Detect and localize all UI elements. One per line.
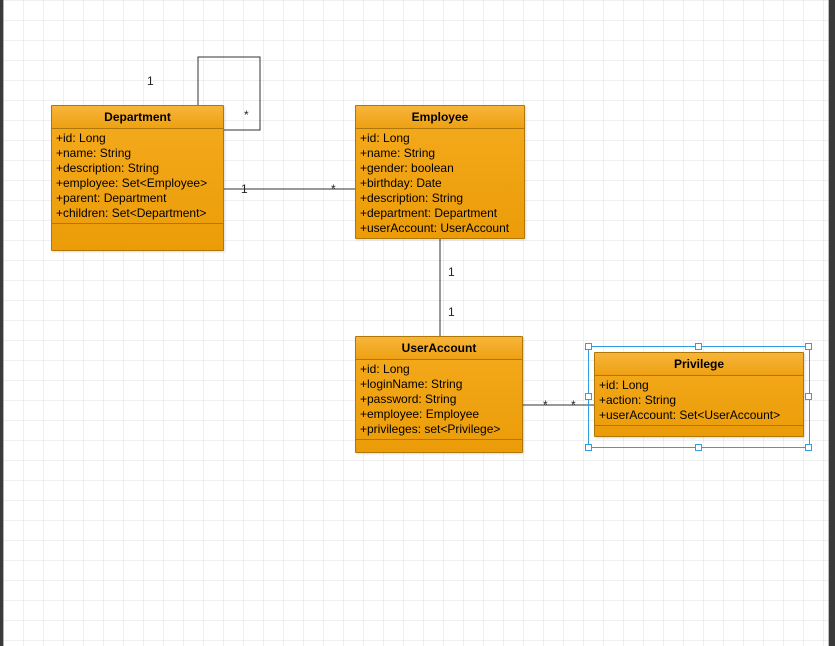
class-attr: +id: Long (56, 131, 219, 146)
class-attr: +id: Long (360, 362, 518, 377)
resize-handle-n[interactable] (695, 343, 702, 350)
class-attr: +gender: boolean (360, 161, 520, 176)
multiplicity-dept-emp-star: * (331, 182, 336, 196)
resize-handle-s[interactable] (695, 444, 702, 451)
class-attr: +employee: Set<Employee> (56, 176, 219, 191)
class-title: Employee (356, 106, 524, 129)
class-attr: +action: String (599, 393, 799, 408)
class-attr: +name: String (360, 146, 520, 161)
class-methods (356, 440, 522, 452)
multiplicity-dept-self-1: 1 (147, 74, 154, 88)
class-privilege[interactable]: Privilege +id: Long +action: String +use… (594, 352, 804, 437)
class-attributes: +id: Long +name: String +description: St… (52, 129, 223, 224)
class-attr: +description: String (56, 161, 219, 176)
class-attr: +description: String (360, 191, 520, 206)
multiplicity-emp-ua-top: 1 (448, 265, 455, 279)
resize-handle-e[interactable] (805, 393, 812, 400)
resize-handle-sw[interactable] (585, 444, 592, 451)
class-attr: +userAccount: Set<UserAccount> (599, 408, 799, 423)
multiplicity-ua-priv-left: * (543, 398, 548, 412)
class-attr: +employee: Employee (360, 407, 518, 422)
class-title: Department (52, 106, 223, 129)
diagram-canvas[interactable]: 1 * 1 * 1 1 * * Department +id: Long +na… (3, 0, 829, 646)
class-attr: +name: String (56, 146, 219, 161)
class-attr: +userAccount: UserAccount (360, 221, 520, 236)
class-attr: +parent: Department (56, 191, 219, 206)
class-attr: +loginName: String (360, 377, 518, 392)
class-employee[interactable]: Employee +id: Long +name: String +gender… (355, 105, 525, 239)
class-attr: +password: String (360, 392, 518, 407)
multiplicity-dept-self-star: * (244, 108, 249, 122)
class-attr: +birthday: Date (360, 176, 520, 191)
class-attr: +department: Department (360, 206, 520, 221)
multiplicity-emp-ua-bottom: 1 (448, 305, 455, 319)
class-useraccount[interactable]: UserAccount +id: Long +loginName: String… (355, 336, 523, 453)
resize-handle-nw[interactable] (585, 343, 592, 350)
resize-handle-ne[interactable] (805, 343, 812, 350)
class-attr: +id: Long (599, 378, 799, 393)
class-attr: +children: Set<Department> (56, 206, 219, 221)
class-department[interactable]: Department +id: Long +name: String +desc… (51, 105, 224, 251)
class-attributes: +id: Long +name: String +gender: boolean… (356, 129, 524, 238)
connection-layer (3, 0, 829, 646)
class-methods (595, 426, 803, 436)
class-attr: +privileges: set<Privilege> (360, 422, 518, 437)
class-title: UserAccount (356, 337, 522, 360)
class-attr: +id: Long (360, 131, 520, 146)
resize-handle-w[interactable] (585, 393, 592, 400)
class-attributes: +id: Long +action: String +userAccount: … (595, 376, 803, 426)
multiplicity-dept-emp-1: 1 (241, 182, 248, 196)
resize-handle-se[interactable] (805, 444, 812, 451)
diagram-canvas-wrapper: 1 * 1 * 1 1 * * Department +id: Long +na… (3, 0, 829, 646)
class-attributes: +id: Long +loginName: String +password: … (356, 360, 522, 440)
class-methods (52, 224, 223, 250)
class-title: Privilege (595, 353, 803, 376)
multiplicity-ua-priv-right: * (571, 398, 576, 412)
